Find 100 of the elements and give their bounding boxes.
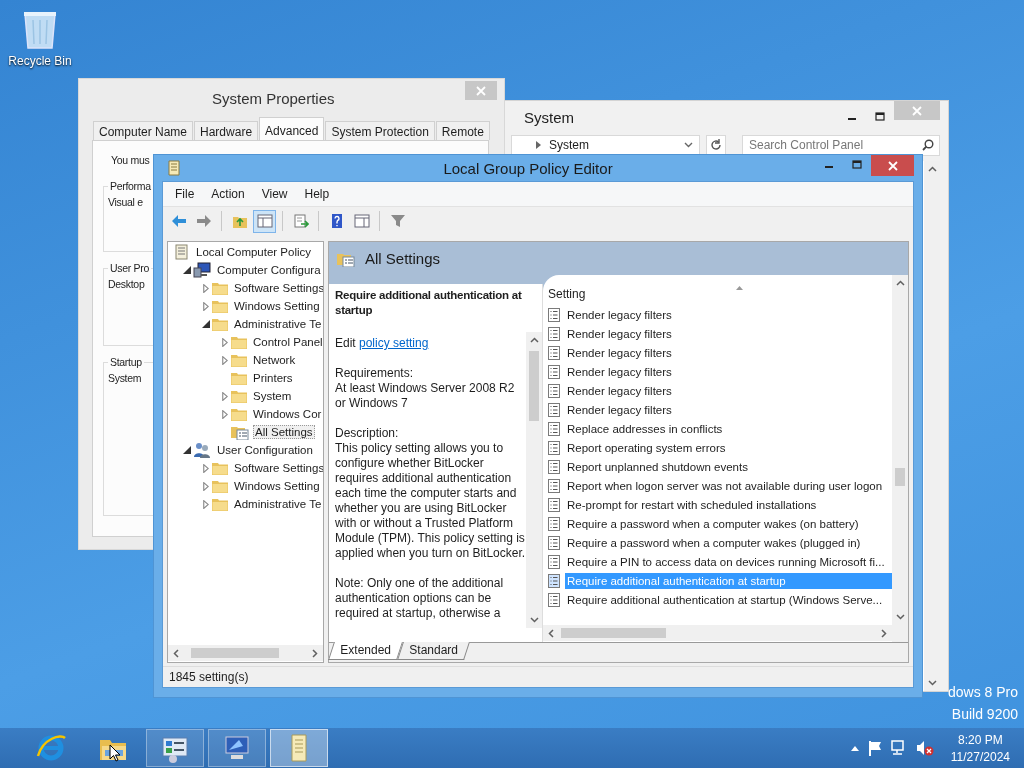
tree-item[interactable]: All Settings bbox=[253, 425, 315, 439]
tab[interactable]: Hardware bbox=[194, 121, 259, 140]
scrollbar[interactable] bbox=[526, 332, 542, 628]
setting-row[interactable]: Re-prompt for restart with scheduled installations bbox=[565, 496, 892, 513]
tree-item[interactable]: Administrative Te bbox=[232, 317, 323, 331]
setting-row[interactable]: Render legacy filters bbox=[565, 382, 892, 399]
refresh-icon[interactable] bbox=[709, 139, 722, 151]
close-button[interactable] bbox=[871, 155, 914, 176]
tree-item[interactable]: Administrative Te bbox=[232, 497, 323, 511]
tree-item[interactable]: Software Settings bbox=[232, 461, 323, 475]
maximize-icon[interactable] bbox=[875, 112, 885, 122]
collapsed-arrow-icon[interactable] bbox=[203, 481, 209, 491]
chevron-down-icon[interactable] bbox=[529, 617, 539, 623]
refresh-button[interactable] bbox=[705, 134, 726, 156]
scroll-thumb[interactable] bbox=[561, 628, 666, 638]
setting-row[interactable]: Render legacy filters bbox=[565, 363, 892, 380]
tree-item[interactable]: User Configuration bbox=[215, 443, 315, 457]
caret-up-icon[interactable] bbox=[850, 745, 859, 751]
document-icon[interactable] bbox=[167, 160, 181, 176]
menu-item[interactable]: Action bbox=[204, 184, 252, 204]
speaker-muted-icon[interactable] bbox=[915, 740, 934, 756]
tab[interactable]: Advanced bbox=[259, 117, 325, 140]
tree-item[interactable]: Windows Cor bbox=[251, 407, 323, 421]
setting-row[interactable]: Report operating system errors bbox=[565, 439, 892, 456]
tree-item[interactable]: Windows Setting bbox=[232, 479, 322, 493]
setting-row[interactable]: Report when logon server was not available during user logon bbox=[565, 477, 892, 494]
scrollbar[interactable] bbox=[168, 645, 323, 661]
taskbar-button[interactable] bbox=[146, 729, 204, 767]
policy-setting-link[interactable]: policy setting bbox=[359, 336, 429, 350]
taskbar-button[interactable] bbox=[208, 729, 266, 767]
chevron-up-icon[interactable] bbox=[895, 280, 905, 286]
chevron-right-icon[interactable] bbox=[536, 141, 541, 149]
tree-item[interactable]: Network bbox=[251, 353, 298, 367]
menu-item[interactable]: File bbox=[168, 184, 202, 204]
tab[interactable]: Computer Name bbox=[93, 121, 194, 140]
chevron-down-icon[interactable] bbox=[683, 142, 693, 148]
search-field[interactable]: Search Control Panel bbox=[742, 134, 940, 156]
tree-item[interactable]: Printers bbox=[251, 371, 295, 385]
chevron-up-icon[interactable] bbox=[529, 337, 539, 343]
setting-row[interactable]: Replace addresses in conflicts bbox=[565, 420, 892, 437]
collapsed-arrow-icon[interactable] bbox=[222, 355, 228, 365]
tree-item[interactable]: Control Panel bbox=[251, 335, 323, 349]
tree-item[interactable]: Windows Setting bbox=[232, 299, 322, 313]
chevron-left-icon[interactable] bbox=[173, 648, 179, 658]
chevron-right-icon[interactable] bbox=[312, 648, 318, 658]
tree-item[interactable]: Computer Configura bbox=[215, 263, 323, 277]
close-icon[interactable] bbox=[887, 160, 898, 171]
scroll-thumb[interactable] bbox=[895, 468, 905, 486]
menu-item[interactable]: View bbox=[254, 184, 295, 204]
network-icon[interactable] bbox=[890, 740, 907, 756]
collapsed-arrow-icon[interactable] bbox=[222, 409, 228, 419]
scroll-thumb[interactable] bbox=[529, 351, 539, 421]
address-bar[interactable]: System bbox=[511, 134, 700, 156]
setting-row[interactable]: Require additional authentication at startup (Windows Serve... bbox=[565, 591, 892, 608]
taskbar-button[interactable] bbox=[270, 729, 328, 767]
setting-row[interactable]: Require a password when a computer wakes (plugged in) bbox=[565, 534, 892, 551]
chevron-down-icon[interactable] bbox=[927, 680, 937, 686]
expanded-arrow-icon[interactable] bbox=[183, 266, 191, 274]
column-header[interactable]: Setting bbox=[547, 287, 586, 301]
setting-icon bbox=[548, 459, 560, 474]
tree-item[interactable]: Software Settings bbox=[232, 281, 323, 295]
setting-row[interactable]: Require a PIN to access data on devices running Microsoft fi... bbox=[565, 553, 892, 570]
setting-row[interactable]: Render legacy filters bbox=[565, 401, 892, 418]
setting-icon bbox=[548, 421, 560, 436]
collapsed-arrow-icon[interactable] bbox=[222, 391, 228, 401]
chevron-right-icon[interactable] bbox=[881, 628, 887, 638]
scrollbar[interactable] bbox=[543, 625, 892, 641]
icon-label[interactable]: Recycle Bin bbox=[8, 54, 72, 68]
tab[interactable]: Remote bbox=[435, 121, 490, 140]
flag-icon[interactable] bbox=[867, 740, 882, 756]
setting-row[interactable]: Require a password when a computer wakes (on battery) bbox=[565, 515, 892, 532]
clock[interactable]: 8:20 PM 11/27/2024 bbox=[950, 732, 1010, 764]
scroll-thumb[interactable] bbox=[191, 648, 279, 658]
collapsed-arrow-icon[interactable] bbox=[203, 463, 209, 473]
chevron-left-icon[interactable] bbox=[548, 628, 554, 638]
setting-row[interactable]: Report unplanned shutdown events bbox=[565, 458, 892, 475]
maximize-icon[interactable] bbox=[852, 160, 862, 170]
chevron-down-icon[interactable] bbox=[895, 614, 905, 620]
setting-row[interactable]: Render legacy filters bbox=[565, 306, 892, 323]
collapsed-arrow-icon[interactable] bbox=[203, 301, 209, 311]
collapsed-arrow-icon[interactable] bbox=[203, 283, 209, 293]
tab[interactable]: System Protection bbox=[325, 121, 435, 140]
tree-item[interactable]: System bbox=[251, 389, 294, 403]
collapsed-arrow-icon[interactable] bbox=[222, 337, 228, 347]
mouse-cursor-icon bbox=[109, 744, 121, 762]
setting-row[interactable]: Render legacy filters bbox=[565, 325, 892, 342]
scrollbar[interactable] bbox=[892, 275, 908, 625]
expanded-arrow-icon[interactable] bbox=[202, 320, 210, 328]
expanded-arrow-icon[interactable] bbox=[183, 446, 191, 454]
chevron-up-icon[interactable] bbox=[927, 166, 937, 172]
collapsed-arrow-icon[interactable] bbox=[203, 499, 209, 509]
breadcrumb[interactable]: System bbox=[549, 138, 676, 152]
setting-row[interactable]: Render legacy filters bbox=[565, 344, 892, 361]
menu-item[interactable]: Help bbox=[297, 184, 337, 204]
setting-icon bbox=[548, 345, 560, 360]
view-tab[interactable]: Standard bbox=[396, 642, 470, 660]
sort-caret-icon[interactable] bbox=[736, 286, 744, 290]
tree-item[interactable]: Local Computer Policy bbox=[194, 245, 314, 259]
view-tab[interactable]: Extended bbox=[328, 642, 403, 660]
search-icon[interactable] bbox=[922, 138, 934, 151]
